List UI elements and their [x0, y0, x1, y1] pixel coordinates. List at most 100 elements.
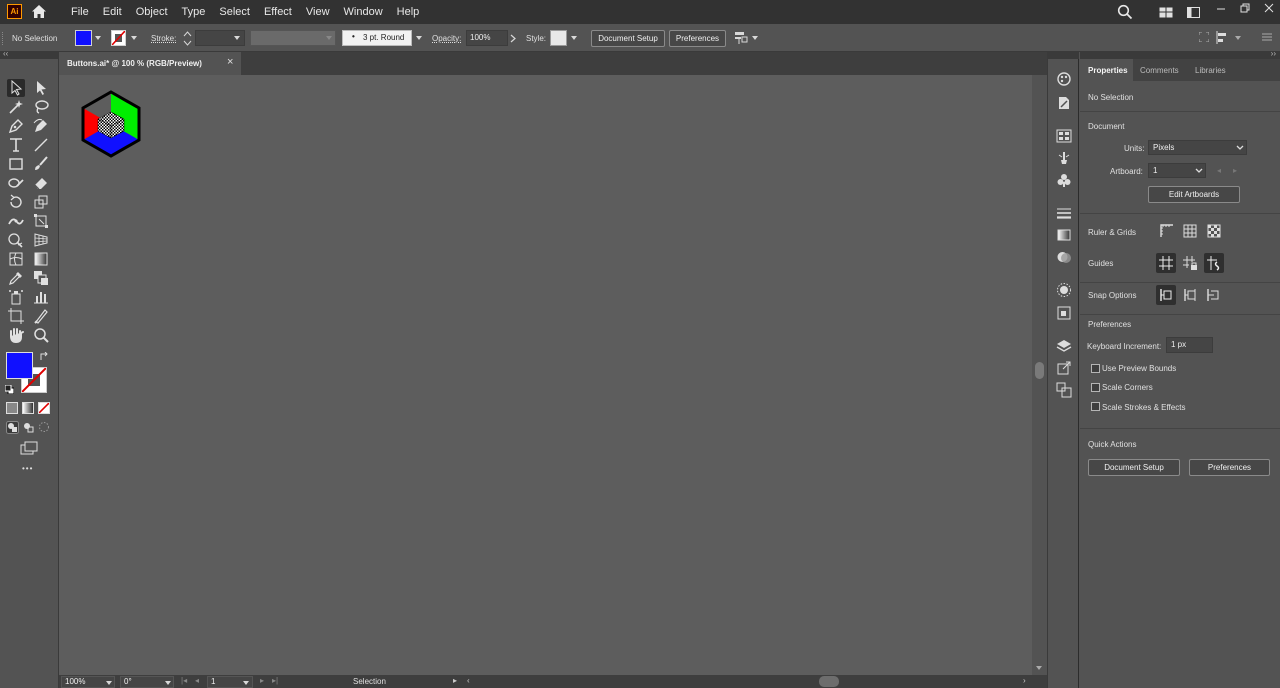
previous-artboard-icon[interactable]: ◂ — [195, 676, 199, 685]
artboard-tool-icon[interactable] — [7, 307, 25, 325]
scale-strokes-effects-checkbox[interactable] — [1091, 402, 1100, 411]
home-icon[interactable] — [31, 4, 47, 19]
chevron-down-icon[interactable] — [165, 681, 171, 685]
gradient-panel-icon[interactable] — [1056, 227, 1072, 243]
mesh-tool-icon[interactable] — [7, 250, 25, 268]
gradient-tool-icon[interactable] — [32, 250, 50, 268]
chevron-down-icon[interactable] — [243, 681, 249, 685]
tab-comments[interactable]: Comments — [1140, 66, 1179, 75]
menu-edit[interactable]: Edit — [96, 6, 129, 18]
menu-type[interactable]: Type — [175, 6, 213, 18]
snap-to-point-icon[interactable] — [1156, 285, 1176, 305]
line-segment-tool-icon[interactable] — [32, 136, 50, 154]
lasso-tool-icon[interactable] — [32, 98, 50, 116]
chevron-right-icon[interactable] — [510, 34, 516, 43]
status-menu-icon[interactable]: ▸ — [453, 676, 457, 685]
chevron-down-icon[interactable] — [95, 36, 101, 40]
collapse-icon[interactable]: ‹‹ — [3, 49, 8, 58]
draw-behind-icon[interactable] — [22, 421, 35, 434]
free-transform-tool-icon[interactable] — [32, 212, 50, 230]
pen-tool-icon[interactable] — [7, 117, 25, 135]
transform-icon[interactable] — [1199, 32, 1209, 42]
chevron-down-icon[interactable] — [752, 36, 758, 40]
type-tool-icon[interactable] — [7, 136, 25, 154]
eraser-tool-icon[interactable] — [32, 174, 50, 192]
variable-width-profile[interactable] — [250, 30, 336, 46]
chevron-down-icon[interactable] — [1195, 168, 1203, 174]
grip-handle[interactable] — [2, 32, 5, 45]
preferences-button[interactable]: Preferences — [669, 30, 726, 47]
snap-to-glyph-icon[interactable] — [1204, 286, 1222, 304]
menu-view[interactable]: View — [299, 6, 337, 18]
default-fill-stroke-icon[interactable] — [5, 385, 14, 394]
search-icon[interactable] — [1117, 4, 1133, 20]
chevron-down-icon[interactable] — [131, 36, 137, 40]
smart-guides-icon[interactable] — [1204, 253, 1224, 273]
curvature-tool-icon[interactable] — [32, 117, 50, 135]
minimize-icon[interactable] — [1216, 3, 1226, 13]
scroll-down-icon[interactable] — [1036, 666, 1042, 670]
graphic-styles-icon[interactable] — [1056, 305, 1072, 321]
scale-tool-icon[interactable] — [32, 193, 50, 211]
lock-guides-icon[interactable] — [1181, 254, 1199, 272]
tab-libraries[interactable]: Libraries — [1195, 66, 1226, 75]
menu-file[interactable]: File — [64, 6, 96, 18]
close-icon[interactable] — [1264, 3, 1274, 13]
draw-normal-icon[interactable] — [6, 421, 19, 434]
menu-select[interactable]: Select — [212, 6, 257, 18]
perspective-grid-tool-icon[interactable] — [32, 231, 50, 249]
screen-mode-icon[interactable] — [20, 441, 38, 455]
direct-selection-tool-icon[interactable] — [32, 79, 50, 97]
horizontal-scroll-thumb[interactable] — [819, 676, 839, 687]
chevron-down-icon[interactable] — [1236, 145, 1244, 151]
tab-properties[interactable]: Properties — [1088, 66, 1128, 75]
color-guide-icon[interactable] — [1056, 71, 1072, 87]
collapse-icon[interactable]: ›› — [1271, 49, 1276, 58]
shape-builder-tool-icon[interactable] — [7, 231, 25, 249]
scroll-left-icon[interactable]: ‹ — [467, 676, 470, 685]
selection-tool-icon[interactable] — [7, 79, 25, 97]
stroke-swatch[interactable] — [111, 30, 126, 46]
fill-swatch[interactable] — [75, 30, 92, 46]
restore-icon[interactable] — [1240, 3, 1250, 13]
workspace-icon[interactable] — [1187, 7, 1200, 18]
symbols-icon[interactable] — [1056, 172, 1072, 188]
arrange-documents-icon[interactable] — [1159, 7, 1173, 18]
opacity-label[interactable]: Opacity: — [432, 34, 461, 43]
transparency-icon[interactable] — [1056, 249, 1072, 265]
eyedropper-tool-icon[interactable] — [7, 269, 25, 287]
symbol-sprayer-tool-icon[interactable] — [7, 288, 25, 306]
vertical-scrollbar[interactable] — [1032, 75, 1047, 675]
scale-corners-checkbox[interactable] — [1091, 383, 1100, 392]
swap-fill-stroke-icon[interactable] — [39, 352, 49, 362]
menu-object[interactable]: Object — [129, 6, 175, 18]
zoom-tool-icon[interactable] — [32, 326, 50, 344]
layers-icon[interactable] — [1056, 338, 1072, 354]
fill-color-box[interactable] — [6, 352, 33, 379]
snap-to-pixel-icon[interactable] — [1181, 286, 1199, 304]
width-tool-icon[interactable] — [7, 212, 25, 230]
first-artboard-icon[interactable]: |◂ — [181, 676, 187, 685]
hand-tool-icon[interactable] — [7, 326, 25, 344]
stroke-panel-icon[interactable] — [1056, 205, 1072, 221]
brush-definition-field[interactable]: • 3 pt. Round — [342, 30, 412, 46]
stroke-label[interactable]: Stroke: — [151, 34, 176, 43]
rectangle-tool-icon[interactable] — [7, 155, 25, 173]
gradient-mode-icon[interactable] — [22, 402, 34, 414]
menu-effect[interactable]: Effect — [257, 6, 299, 18]
document-info-icon[interactable] — [1056, 95, 1072, 111]
chevron-down-icon[interactable] — [234, 36, 240, 40]
paintbrush-tool-icon[interactable] — [32, 155, 50, 173]
select-similar-icon[interactable] — [734, 31, 748, 45]
quick-document-setup-button[interactable]: Document Setup — [1088, 459, 1180, 476]
rotate-tool-icon[interactable] — [7, 193, 25, 211]
edit-toolbar-icon[interactable]: ••• — [22, 464, 33, 473]
none-mode-icon[interactable] — [38, 402, 50, 414]
chevron-down-icon[interactable] — [106, 681, 112, 685]
draw-inside-icon[interactable] — [38, 421, 51, 434]
artboards-icon[interactable] — [1056, 382, 1072, 398]
next-artboard-icon[interactable]: ▸ — [260, 676, 264, 685]
document-tab[interactable]: Buttons.ai* @ 100 % (RGB/Preview) × — [59, 52, 241, 75]
stroke-weight-stepper[interactable] — [183, 30, 192, 47]
graphic-style-swatch[interactable] — [550, 30, 567, 46]
